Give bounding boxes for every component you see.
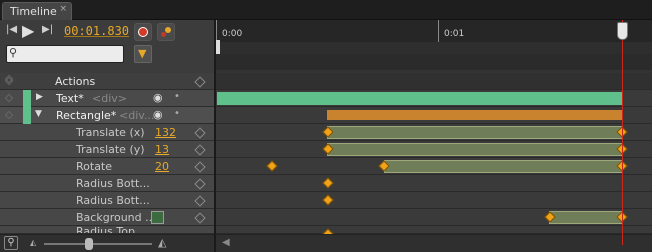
ruler-label: 0:00 — [222, 29, 243, 39]
element-color-chip — [23, 107, 31, 124]
actions-row[interactable]: Actions — [0, 73, 214, 90]
zoom-slider-thumb[interactable] — [85, 238, 93, 250]
horizontal-scrollbar[interactable]: ◀ — [216, 234, 652, 252]
go-to-end-icon[interactable]: ▶| — [42, 24, 53, 35]
zoom-out-icon[interactable]: ◭ — [30, 238, 36, 247]
property-label: Radius Bott... — [76, 177, 150, 190]
add-keyframe-icon[interactable] — [194, 161, 206, 173]
add-keyframe-icon[interactable] — [194, 127, 206, 139]
property-label: Background ... — [76, 211, 152, 224]
track-radius-bottom-2 — [216, 192, 652, 209]
property-label: Translate (x) — [76, 126, 145, 139]
close-icon[interactable]: × — [59, 4, 67, 14]
property-row-translate-x[interactable]: Translate (x) 132 — [0, 124, 214, 141]
property-label: Translate (y) — [76, 143, 145, 156]
track-radius-bottom-1 — [216, 175, 652, 192]
property-value[interactable]: 13 — [155, 143, 169, 156]
add-keyframe-icon[interactable] — [194, 195, 206, 207]
element-tag: <div... — [119, 109, 155, 122]
play-icon[interactable]: ▶ — [22, 21, 34, 40]
tab-timeline[interactable]: Timeline × — [2, 2, 72, 20]
playhead-line — [622, 20, 623, 245]
timecode-display[interactable]: 00:01.830 — [64, 24, 129, 38]
property-row-radius-top[interactable]: Radius Top... — [0, 226, 214, 234]
eye-icon[interactable]: ◉ — [153, 108, 163, 121]
track-text — [216, 90, 652, 107]
lock-dot-icon[interactable]: • — [174, 91, 180, 102]
playhead-handle[interactable] — [617, 22, 628, 40]
zoom-slider-track[interactable] — [44, 243, 152, 245]
keyframe-toggle-icon[interactable] — [194, 76, 206, 88]
track-rectangle — [216, 107, 652, 124]
transition-bar[interactable] — [327, 143, 623, 156]
start-marker[interactable] — [216, 40, 220, 54]
property-row-translate-y[interactable]: Translate (y) 13 — [0, 141, 214, 158]
add-keyframe-icon[interactable] — [194, 178, 206, 190]
zoom-fit-icon[interactable]: ⚲ — [4, 236, 18, 250]
stopwatch-icon — [138, 27, 148, 37]
zoom-in-icon[interactable]: ◭ — [158, 236, 166, 249]
property-label: Radius Top... — [76, 226, 146, 234]
pin-icon — [165, 27, 171, 33]
track-rotate — [216, 158, 652, 175]
element-name: Rectangle* — [56, 109, 117, 122]
go-to-start-icon[interactable]: |◀ — [6, 24, 17, 35]
transition-bar[interactable] — [549, 211, 623, 224]
element-name: Text* — [56, 92, 84, 105]
element-tag: <div> — [92, 92, 127, 105]
property-row-radius-bottom-1[interactable]: Radius Bott... — [0, 175, 214, 192]
lock-dot-icon[interactable]: • — [174, 108, 180, 119]
eye-icon[interactable]: ◉ — [153, 91, 163, 104]
expand-chevron-icon[interactable]: ▶ — [36, 92, 43, 102]
add-keyframe-icon[interactable] — [194, 212, 206, 224]
track-translate-y — [216, 141, 652, 158]
element-color-chip — [23, 90, 31, 107]
filter-button[interactable]: ▼ — [134, 45, 152, 63]
add-keyframe-icon[interactable] — [194, 144, 206, 156]
pin-button[interactable] — [157, 23, 175, 41]
tab-bar — [0, 0, 652, 20]
track-header-strip — [216, 54, 652, 70]
tab-title: Timeline — [10, 5, 57, 18]
scroll-left-icon[interactable]: ◀ — [222, 237, 230, 248]
actions-label: Actions — [55, 75, 96, 88]
property-value[interactable]: 20 — [155, 160, 169, 173]
property-label: Radius Bott... — [76, 194, 150, 207]
rectangle-element-bar[interactable] — [327, 110, 623, 120]
scrub-strip[interactable] — [216, 42, 652, 54]
property-value[interactable]: 132 — [155, 126, 176, 139]
time-ruler[interactable]: 0:00 0:01 — [216, 20, 652, 42]
transition-bar[interactable] — [327, 126, 623, 139]
property-row-rotate[interactable]: Rotate 20 — [0, 158, 214, 175]
element-row-rectangle[interactable]: ▼ Rectangle* <div... ◉ • — [0, 107, 214, 124]
element-row-text[interactable]: ▶ Text* <div> ◉ • — [0, 90, 214, 107]
track-radius-top — [216, 226, 652, 234]
text-element-bar[interactable] — [217, 92, 623, 105]
zoom-bar: ⚲ ◭ ◭ — [0, 234, 214, 252]
property-row-background[interactable]: Background ... — [0, 209, 214, 226]
property-label: Rotate — [76, 160, 113, 173]
track-translate-x — [216, 124, 652, 141]
transition-bar[interactable] — [384, 160, 623, 173]
search-icon: ⚲ — [9, 46, 18, 59]
property-row-radius-bottom-2[interactable]: Radius Bott... — [0, 192, 214, 209]
color-swatch[interactable] — [151, 211, 164, 224]
filter-icon: ▼ — [138, 47, 147, 60]
search-input[interactable]: ⚲ — [6, 45, 124, 63]
track-background — [216, 209, 652, 226]
track-actions — [216, 73, 652, 90]
stopwatch-button[interactable] — [134, 23, 152, 41]
collapse-chevron-icon[interactable]: ▼ — [35, 109, 42, 119]
ruler-label: 0:01 — [444, 29, 465, 39]
